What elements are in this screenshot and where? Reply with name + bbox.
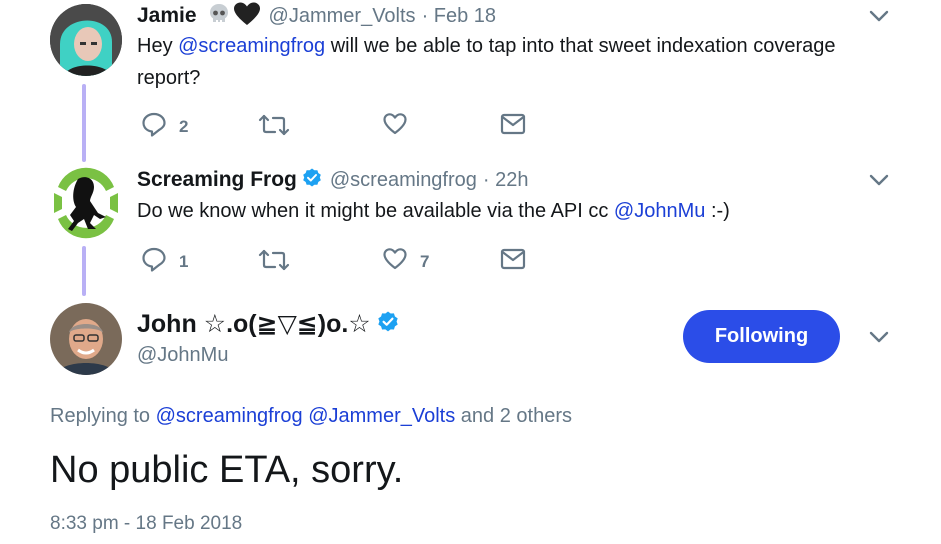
retweet-icon bbox=[258, 249, 290, 271]
heart-icon bbox=[383, 113, 407, 135]
heart-emoji-icon bbox=[233, 2, 261, 31]
author-name[interactable]: Screaming Frog bbox=[137, 168, 297, 192]
mention-link[interactable]: @screamingfrog bbox=[178, 35, 325, 57]
others-link[interactable]: and 2 others bbox=[461, 405, 572, 427]
message-button[interactable] bbox=[500, 248, 526, 270]
author-handle[interactable]: @JohnMu bbox=[137, 344, 228, 367]
heart-icon bbox=[383, 248, 407, 270]
mention-link[interactable]: @screamingfrog bbox=[156, 405, 303, 427]
verified-badge-icon bbox=[377, 311, 399, 338]
tweet-text: Hey @screamingfrog will we be able to ta… bbox=[137, 35, 836, 89]
reply-count: 2 bbox=[179, 117, 189, 136]
envelope-icon bbox=[500, 113, 526, 135]
author-handle[interactable]: @Jammer_Volts bbox=[269, 5, 416, 28]
verified-badge-icon bbox=[302, 168, 322, 193]
avatar[interactable] bbox=[50, 167, 122, 239]
tweet-header: Jamie @Jammer_Volts · Feb 18 bbox=[137, 2, 496, 30]
like-button[interactable]: 7 bbox=[382, 246, 429, 272]
reply-button[interactable]: 1 bbox=[141, 246, 188, 272]
thread-line bbox=[82, 246, 86, 296]
thread-line bbox=[82, 84, 86, 162]
tweet-header: John ☆.o(≧▽≦)o.☆ bbox=[137, 307, 399, 341]
reply-count: 1 bbox=[179, 252, 189, 271]
reply-button[interactable]: 2 bbox=[141, 111, 188, 137]
tweet-text: No public ETA, sorry. bbox=[50, 449, 404, 491]
tweet-time[interactable]: · 22h bbox=[483, 169, 529, 192]
tweet-text: Do we know when it might be available vi… bbox=[137, 200, 730, 222]
message-button[interactable] bbox=[500, 113, 526, 135]
author-handle[interactable]: @screamingfrog bbox=[330, 169, 477, 192]
tweet-header: Screaming Frog @screamingfrog · 22h bbox=[137, 166, 529, 194]
mention-link[interactable]: @JohnMu bbox=[614, 200, 705, 222]
skull-icon bbox=[207, 2, 231, 31]
avatar[interactable] bbox=[50, 303, 122, 375]
reply-icon bbox=[142, 112, 166, 137]
retweet-icon bbox=[258, 114, 290, 136]
chevron-down-icon[interactable] bbox=[868, 172, 890, 193]
chevron-down-icon[interactable] bbox=[868, 329, 890, 350]
retweet-button[interactable] bbox=[258, 113, 302, 137]
like-button[interactable] bbox=[382, 111, 420, 137]
author-name[interactable]: Jamie bbox=[137, 4, 197, 28]
retweet-button[interactable] bbox=[258, 248, 302, 272]
replying-to: Replying to @screamingfrog @Jammer_Volts… bbox=[50, 405, 572, 427]
envelope-icon bbox=[500, 248, 526, 270]
mention-link[interactable]: @Jammer_Volts bbox=[308, 405, 455, 427]
following-button[interactable]: Following bbox=[683, 310, 840, 363]
chevron-down-icon[interactable] bbox=[868, 8, 890, 29]
author-name[interactable]: John ☆.o(≧▽≦)o.☆ bbox=[137, 309, 371, 339]
like-count: 7 bbox=[420, 252, 430, 271]
tweet-time[interactable]: · Feb 18 bbox=[422, 5, 496, 28]
reply-icon bbox=[142, 247, 166, 272]
tweet-timestamp[interactable]: 8:33 pm - 18 Feb 2018 bbox=[50, 513, 242, 535]
avatar[interactable] bbox=[50, 4, 122, 76]
